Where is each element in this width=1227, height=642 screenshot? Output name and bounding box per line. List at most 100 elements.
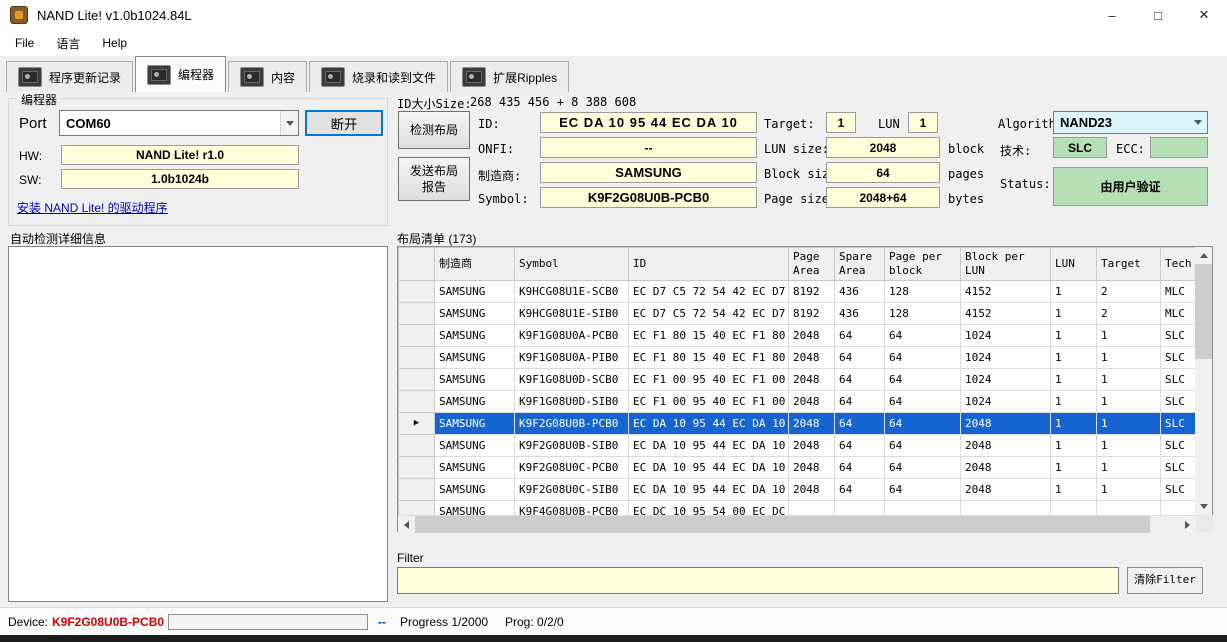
scroll-up-icon[interactable] bbox=[1195, 247, 1212, 264]
table-row[interactable]: SAMSUNG K9F1G08U0A-PIB0 EC F1 80 15 40 EC … bbox=[398, 345, 1196, 369]
programmer-group: 编程器 Port COM60 断开 HW: NAND Lite! r1.0 SW… bbox=[8, 91, 388, 226]
autodetect-textarea[interactable] bbox=[8, 246, 388, 602]
tab-programmer[interactable]: 编程器 bbox=[135, 56, 227, 92]
tab-ripples[interactable]: 扩展Ripples bbox=[450, 61, 570, 92]
row-selector[interactable] bbox=[398, 499, 435, 515]
table-row[interactable]: SAMSUNG K9F1G08U0D-SCB0 EC F1 00 95 40 EC … bbox=[398, 367, 1196, 391]
filter-label: Filter bbox=[397, 551, 424, 565]
menu-file[interactable]: File bbox=[4, 36, 45, 50]
port-combobox[interactable]: COM60 bbox=[59, 110, 299, 136]
chevron-down-icon[interactable] bbox=[1189, 112, 1207, 133]
lun-value-field: 1 bbox=[908, 112, 938, 133]
row-selector[interactable] bbox=[398, 389, 435, 413]
column-header[interactable]: ID bbox=[628, 247, 789, 281]
onfi-label: ONFI: bbox=[478, 142, 515, 156]
row-selector[interactable]: ▶ bbox=[398, 411, 435, 435]
chip-icon bbox=[240, 67, 265, 87]
table-row[interactable]: SAMSUNG K9F2G08U0C-PCB0 EC DA 10 95 44 EC … bbox=[398, 455, 1196, 479]
table-row[interactable]: SAMSUNG K9F2G08U0B-SIB0 EC DA 10 95 44 EC … bbox=[398, 433, 1196, 457]
table-cell: 2048 bbox=[788, 477, 835, 501]
disconnect-button[interactable]: 断开 bbox=[305, 110, 383, 136]
column-header[interactable]: Target bbox=[1096, 247, 1161, 281]
table-cell: 64 bbox=[834, 455, 885, 479]
menu-help[interactable]: Help bbox=[91, 36, 138, 50]
status-bar: Device: K9F2G08U0B-PCB0 -- Progress 1/20… bbox=[0, 607, 1227, 635]
detect-layout-button[interactable]: 检测布局 bbox=[398, 111, 470, 149]
status-progress-box bbox=[168, 614, 368, 630]
table-cell: K9HCG08U1E-SCB0 bbox=[514, 279, 629, 303]
table-row[interactable]: SAMSUNG K9F1G08U0A-PCB0 EC F1 80 15 40 EC … bbox=[398, 323, 1196, 347]
table-cell: 1024 bbox=[960, 323, 1051, 347]
driver-install-link[interactable]: 安装 NAND Lite! 的驱动程序 bbox=[17, 199, 168, 216]
horizontal-scrollbar[interactable] bbox=[398, 515, 1196, 533]
group-title: 编程器 bbox=[17, 91, 62, 108]
column-header[interactable]: Spare Area bbox=[834, 247, 885, 281]
row-selector[interactable] bbox=[398, 323, 435, 347]
table-cell: 1024 bbox=[960, 389, 1051, 413]
column-header[interactable]: Block per LUN bbox=[960, 247, 1051, 281]
table-row[interactable]: ▶ SAMSUNG K9F2G08U0B-PCB0 EC DA 10 95 44 EC… bbox=[398, 411, 1196, 435]
table-cell: K9F2G08U0C-PCB0 bbox=[514, 455, 629, 479]
table-cell: SAMSUNG bbox=[434, 367, 515, 391]
table-cell: 1 bbox=[1096, 433, 1161, 457]
select-all-header[interactable] bbox=[398, 247, 435, 281]
symbol-label: Symbol: bbox=[478, 192, 529, 206]
table-cell: 2048 bbox=[960, 411, 1051, 435]
close-button[interactable]: ✕ bbox=[1181, 0, 1227, 30]
column-header[interactable]: Page per block bbox=[884, 247, 961, 281]
table-cell: 64 bbox=[834, 411, 885, 435]
clear-filter-button[interactable]: 清除Filter bbox=[1127, 567, 1203, 594]
row-selector[interactable] bbox=[398, 477, 435, 501]
filter-input[interactable] bbox=[397, 567, 1119, 594]
table-cell: SAMSUNG bbox=[434, 499, 515, 515]
table-row[interactable]: SAMSUNG K9HCG08U1E-SCB0 EC D7 C5 72 54 42 … bbox=[398, 279, 1196, 303]
table-cell: 1 bbox=[1050, 279, 1097, 303]
port-value: COM60 bbox=[66, 115, 111, 131]
tab-burn-read[interactable]: 烧录和读到文件 bbox=[309, 61, 449, 92]
minimize-button[interactable]: – bbox=[1089, 0, 1135, 30]
status-value-field: 由用户验证 bbox=[1053, 167, 1208, 206]
manufacturer-value-field: SAMSUNG bbox=[540, 162, 757, 183]
maximize-button[interactable]: □ bbox=[1135, 0, 1181, 30]
table-cell: SLC bbox=[1160, 411, 1196, 435]
column-header[interactable]: Page Area bbox=[788, 247, 835, 281]
tab-update-log[interactable]: 程序更新记录 bbox=[6, 61, 134, 92]
table-row[interactable]: SAMSUNG K9F4G08U0B-PCB0 EC DC 10 95 54 00 … bbox=[398, 499, 1196, 515]
row-selector[interactable] bbox=[398, 367, 435, 391]
column-header[interactable]: Tech bbox=[1160, 247, 1196, 281]
table-cell: EC DA 10 95 44 EC DA 10 bbox=[628, 455, 789, 479]
table-cell: EC DA 10 95 44 EC DA 10 bbox=[628, 433, 789, 457]
table-cell: 64 bbox=[884, 323, 961, 347]
scroll-left-icon[interactable] bbox=[398, 516, 415, 533]
table-row[interactable]: SAMSUNG K9F2G08U0C-SIB0 EC DA 10 95 44 EC … bbox=[398, 477, 1196, 501]
table-cell: SAMSUNG bbox=[434, 323, 515, 347]
column-header[interactable]: 制造商 bbox=[434, 247, 515, 281]
row-selector[interactable] bbox=[398, 433, 435, 457]
table-cell: K9F1G08U0D-SCB0 bbox=[514, 367, 629, 391]
vertical-scroll-thumb[interactable] bbox=[1195, 264, 1212, 359]
scroll-right-icon[interactable] bbox=[1179, 516, 1196, 533]
row-selector[interactable] bbox=[398, 301, 435, 325]
horizontal-scroll-thumb[interactable] bbox=[415, 516, 1150, 533]
tab-content[interactable]: 内容 bbox=[228, 61, 308, 92]
row-selector[interactable] bbox=[398, 455, 435, 479]
table-header-row: 制造商 Symbol ID Page Area Spare Area Page … bbox=[398, 247, 1196, 281]
column-header[interactable]: Symbol bbox=[514, 247, 629, 281]
scroll-down-icon[interactable] bbox=[1195, 498, 1212, 515]
row-selector[interactable] bbox=[398, 279, 435, 303]
menu-language[interactable]: 语言 bbox=[45, 35, 91, 52]
row-selector[interactable] bbox=[398, 345, 435, 369]
table-cell: K9F1G08U0A-PCB0 bbox=[514, 323, 629, 347]
table-row[interactable]: SAMSUNG K9F1G08U0D-SIB0 EC F1 00 95 40 EC … bbox=[398, 389, 1196, 413]
chevron-down-icon[interactable] bbox=[280, 111, 298, 135]
tech-label: 技术: bbox=[1000, 144, 1032, 158]
send-layout-report-button[interactable]: 发送布局 报告 bbox=[398, 157, 470, 201]
table-cell: 1 bbox=[1050, 323, 1097, 347]
device-label: Device: bbox=[8, 615, 49, 629]
vertical-scrollbar[interactable] bbox=[1195, 247, 1212, 515]
table-cell: 64 bbox=[884, 433, 961, 457]
column-header[interactable]: LUN bbox=[1050, 247, 1097, 281]
send-report-line1: 发送布局 bbox=[409, 163, 458, 178]
algorithm-combobox[interactable]: NAND23 bbox=[1053, 111, 1208, 134]
table-row[interactable]: SAMSUNG K9HCG08U1E-SIB0 EC D7 C5 72 54 42 … bbox=[398, 301, 1196, 325]
